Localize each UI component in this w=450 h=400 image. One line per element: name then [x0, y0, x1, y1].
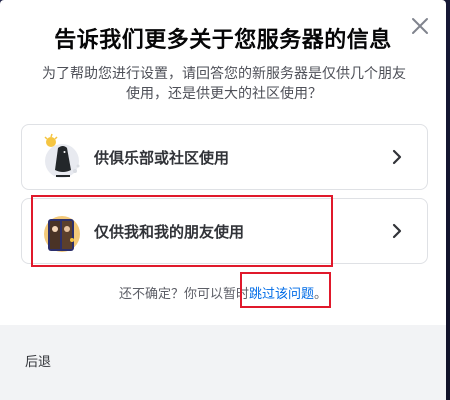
option-friends[interactable]: 仅供我和我的朋友使用	[21, 198, 428, 264]
skip-hint: 还不确定？你可以暂时跳过该问题。	[0, 283, 446, 302]
option-club-community[interactable]: 供俱乐部或社区使用	[21, 124, 428, 190]
modal-title: 告诉我们更多关于您服务器的信息	[54, 28, 392, 53]
friends-icon	[42, 207, 82, 255]
modal-footer: 后退	[0, 325, 446, 400]
skip-hint-suffix: 。	[314, 287, 328, 302]
back-button[interactable]: 后退	[25, 351, 51, 370]
chevron-right-icon	[387, 147, 407, 167]
option-label: 供俱乐部或社区使用	[94, 148, 230, 167]
skip-hint-prefix: 还不确定？你可以暂时	[118, 287, 249, 302]
chevron-right-icon	[387, 221, 407, 241]
club-community-icon	[42, 133, 82, 181]
modal-subtitle: 为了帮助您进行设置，请回答您的新服务器是仅供几个朋友使用，还是供更大的社区使用？	[42, 66, 406, 102]
skip-question-link[interactable]: 跳过该问题	[249, 287, 314, 302]
create-server-modal: 告诉我们更多关于您服务器的信息 为了帮助您进行设置，请回答您的新服务器是仅供几个…	[0, 0, 446, 400]
option-label: 仅供我和我的朋友使用	[94, 222, 245, 241]
